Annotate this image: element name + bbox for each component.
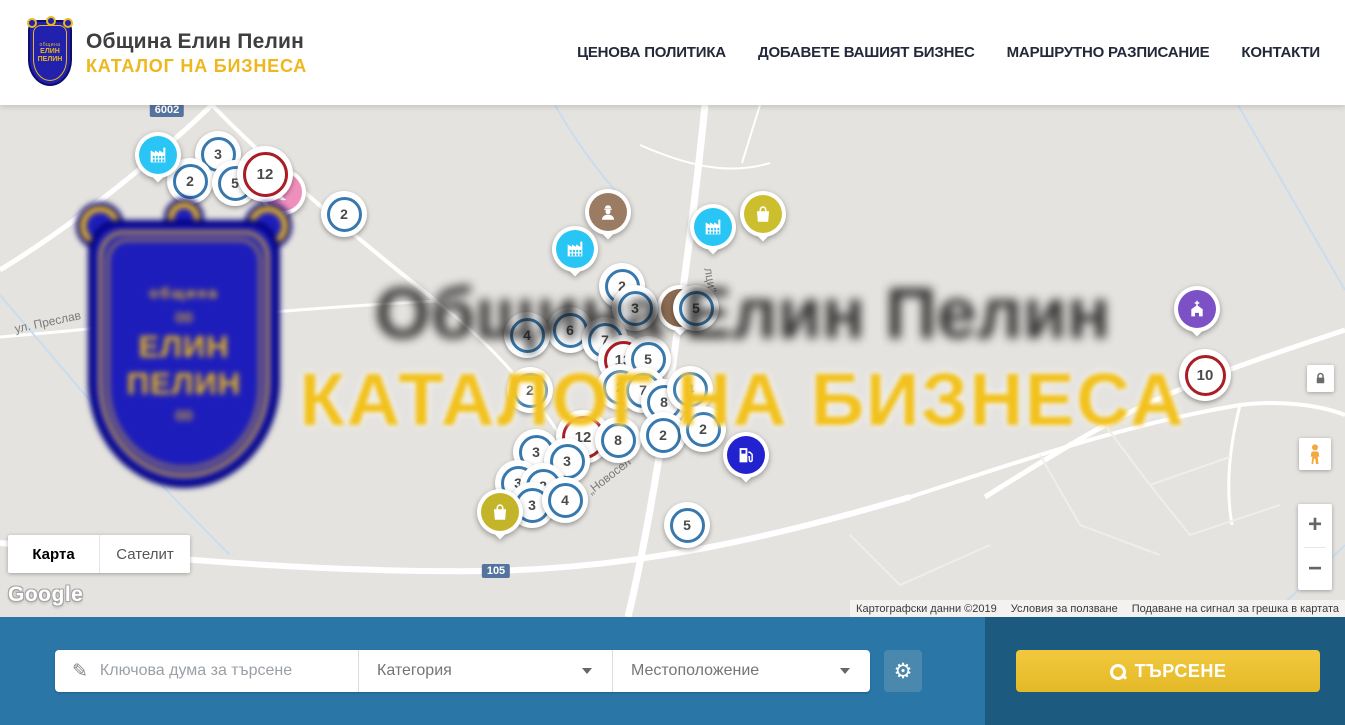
lock-icon — [1313, 371, 1328, 386]
map-type-map-button[interactable]: Карта — [8, 535, 99, 573]
advanced-search-button[interactable]: ⚙ — [884, 650, 922, 692]
site-subtitle: КАТАЛОГ НА БИЗНЕСА — [86, 56, 307, 77]
map-type-satellite-button[interactable]: Сателит — [99, 535, 190, 573]
nav-item-2[interactable]: МАРШРУТНО РАЗПИСАНИЕ — [1007, 44, 1210, 61]
church-icon — [1178, 290, 1216, 328]
search-button-label: ТЪРСЕНЕ — [1135, 661, 1227, 682]
google-logo[interactable]: Google — [8, 583, 83, 607]
lock-control-button[interactable] — [1307, 365, 1334, 392]
factory-pin[interactable] — [551, 226, 599, 286]
cluster-marker[interactable]: 12 — [237, 146, 293, 202]
zoom-in-button[interactable]: + — [1298, 504, 1332, 547]
cluster-marker[interactable]: 10 — [1179, 349, 1231, 401]
page: община ∞ ЕЛИН ПЕЛИН ∞ Община Елин Пелин … — [0, 0, 1345, 725]
attribution-copyright: Картографски данни ©2019 — [856, 603, 997, 615]
factory-pin[interactable] — [689, 204, 737, 264]
main-nav: ЦЕНОВА ПОЛИТИКА ДОБАВЕТЕ ВАШИЯТ БИЗНЕС МАР… — [577, 0, 1320, 105]
municipality-crest-icon: община ЕЛИН ПЕЛИН — [28, 20, 72, 86]
zoom-control: + − — [1298, 504, 1332, 590]
factory-icon — [139, 136, 177, 174]
gear-icon: ⚙ — [894, 659, 913, 684]
bag-icon — [744, 195, 782, 233]
bag-icon — [481, 493, 519, 531]
cluster-marker[interactable]: 2 — [640, 412, 686, 458]
location-value: Местоположение — [631, 662, 840, 680]
pencil-icon: ✎ — [72, 660, 88, 683]
factory-icon — [556, 230, 594, 268]
search-icon — [1110, 664, 1125, 679]
zoom-out-button[interactable]: − — [1298, 548, 1332, 591]
category-select[interactable]: Категория — [358, 650, 612, 692]
category-value: Категория — [377, 662, 582, 680]
nav-item-0[interactable]: ЦЕНОВА ПОЛИТИКА — [577, 44, 726, 61]
site-title: Община Елин Пелин — [86, 30, 307, 54]
map-canvas[interactable]: община ∞ ЕЛИН ПЕЛИН ∞ Община Елин Пелин … — [0, 105, 1345, 617]
search-fields-group: ✎ Категория Местоположение — [55, 650, 870, 692]
chevron-down-icon — [840, 668, 850, 674]
nav-item-3[interactable]: КОНТАКТИ — [1241, 44, 1320, 61]
bag-pin[interactable] — [476, 489, 524, 549]
terms-link[interactable]: Условия за ползване — [1011, 603, 1118, 615]
keyword-input[interactable] — [100, 662, 358, 680]
map-attribution: Картографски данни ©2019 Условия за полз… — [850, 600, 1345, 617]
report-error-link[interactable]: Подаване на сигнал за грешка в картата — [1132, 603, 1339, 615]
cluster-marker[interactable]: 2 — [680, 406, 726, 452]
cluster-marker[interactable]: 2 — [507, 367, 553, 413]
cluster-marker[interactable]: 4 — [504, 312, 550, 358]
search-bar: ✎ Категория Местоположение ⚙ ТЪРСЕНЕ — [0, 617, 1345, 725]
map-type-control: Карта Сателит — [8, 535, 190, 573]
cluster-marker[interactable]: 4 — [542, 477, 588, 523]
pegman-icon — [1305, 443, 1325, 465]
search-button[interactable]: ТЪРСЕНЕ — [1016, 650, 1320, 692]
factory-icon — [694, 208, 732, 246]
cluster-marker[interactable]: 8 — [595, 417, 641, 463]
church-pin[interactable] — [1173, 286, 1221, 346]
bag-pin[interactable] — [739, 191, 787, 251]
site-logo[interactable]: община ЕЛИН ПЕЛИН Община Елин Пелин КАТА… — [28, 20, 307, 86]
pegman-control[interactable] — [1299, 438, 1331, 470]
road-number-badge: 6002 — [150, 105, 184, 117]
location-select[interactable]: Местоположение — [612, 650, 870, 692]
cluster-marker[interactable]: 5 — [664, 502, 710, 548]
cluster-marker[interactable]: 2 — [321, 191, 367, 237]
cluster-marker[interactable]: 4 — [667, 366, 713, 412]
road-number-badge: 105 — [482, 564, 510, 578]
factory-pin[interactable] — [134, 132, 182, 192]
nav-item-1[interactable]: ДОБАВЕТЕ ВАШИЯТ БИЗНЕС — [758, 44, 975, 61]
header: община ЕЛИН ПЕЛИН Община Елин Пелин КАТА… — [0, 0, 1345, 105]
fuel-icon — [727, 436, 765, 474]
chevron-down-icon — [582, 668, 592, 674]
keyword-field[interactable]: ✎ — [55, 650, 358, 692]
fuel-pin[interactable] — [722, 432, 770, 492]
cluster-marker[interactable]: 5 — [673, 285, 719, 331]
